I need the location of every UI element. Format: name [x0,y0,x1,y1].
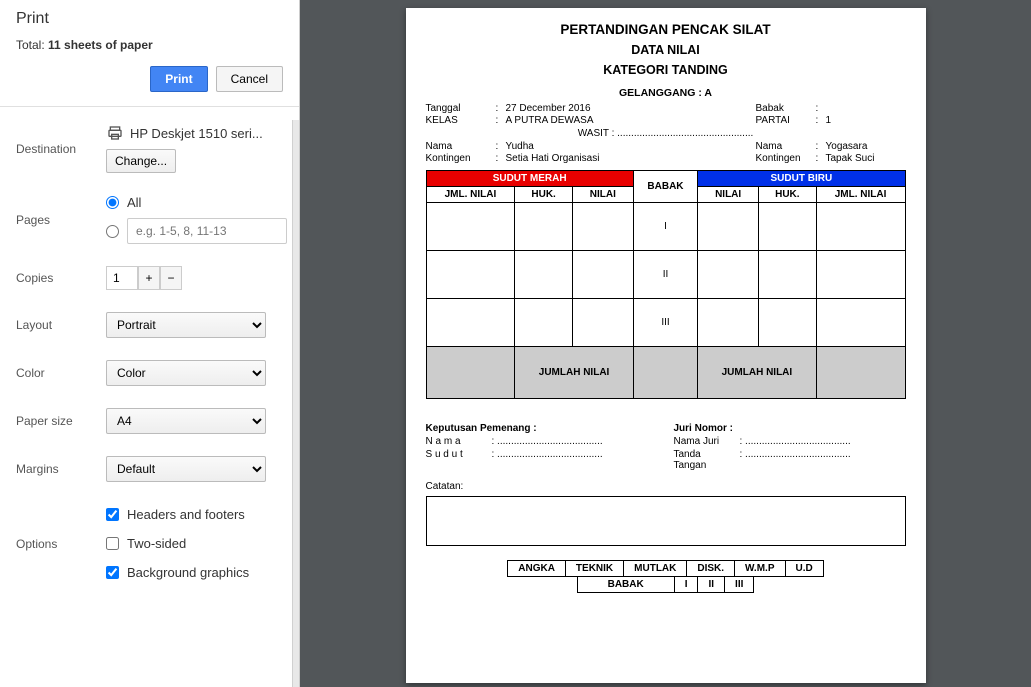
pages-all-radio[interactable] [106,196,119,209]
change-destination-button[interactable]: Change... [106,149,176,173]
paper-size-label: Paper size [16,414,106,428]
pages-label: Pages [16,213,106,227]
cancel-button[interactable]: Cancel [216,66,283,92]
gelanggang: GELANGGANG : A [426,87,906,99]
printer-name: HP Deskjet 1510 seri... [130,126,263,141]
score-table: SUDUT MERAH BABAK SUDUT BIRU JML. NILAIH… [426,170,906,399]
doc-title-2: DATA NILAI [426,43,906,57]
doc-title-3: KATEGORI TANDING [426,63,906,77]
juri-title: Juri Nomor : [674,423,733,434]
copies-plus-button[interactable]: + [138,266,160,290]
copies-input[interactable] [106,266,138,290]
margins-label: Margins [16,462,106,476]
preview-page: PERTANDINGAN PENCAK SILAT DATA NILAI KAT… [406,8,926,683]
pages-custom-radio[interactable] [106,225,119,238]
background-graphics-checkbox[interactable] [106,566,119,579]
catatan-label: Catatan: [426,481,906,492]
print-button[interactable]: Print [150,66,207,92]
layout-select[interactable]: Portrait [106,312,266,338]
options-label: Options [16,537,106,551]
dialog-title: Print [16,10,283,28]
color-label: Color [16,366,106,380]
headers-footers-checkbox[interactable] [106,508,119,521]
margins-select[interactable]: Default [106,456,266,482]
destination-label: Destination [16,142,106,156]
print-dialog: Print Total: 11 sheets of paper Print Ca… [0,0,300,687]
total-sheets: Total: 11 sheets of paper [16,38,283,52]
result-table: ANGKATEKNIKMUTLAKDISK.W.M.PU.D BABAKIIII… [426,560,906,593]
copies-label: Copies [16,271,106,285]
pages-range-input[interactable] [127,218,287,244]
two-sided-checkbox[interactable] [106,537,119,550]
copies-minus-button[interactable]: − [160,266,182,290]
wasit-line: WASIT : ................................… [426,128,906,139]
catatan-box [426,496,906,546]
color-select[interactable]: Color [106,360,266,386]
keputusan-title: Keputusan Pemenang : [426,423,537,434]
preview-area[interactable]: PERTANDINGAN PENCAK SILAT DATA NILAI KAT… [300,0,1031,687]
doc-title-1: PERTANDINGAN PENCAK SILAT [426,22,906,37]
printer-icon [106,125,124,141]
paper-size-select[interactable]: A4 [106,408,266,434]
layout-label: Layout [16,318,106,332]
